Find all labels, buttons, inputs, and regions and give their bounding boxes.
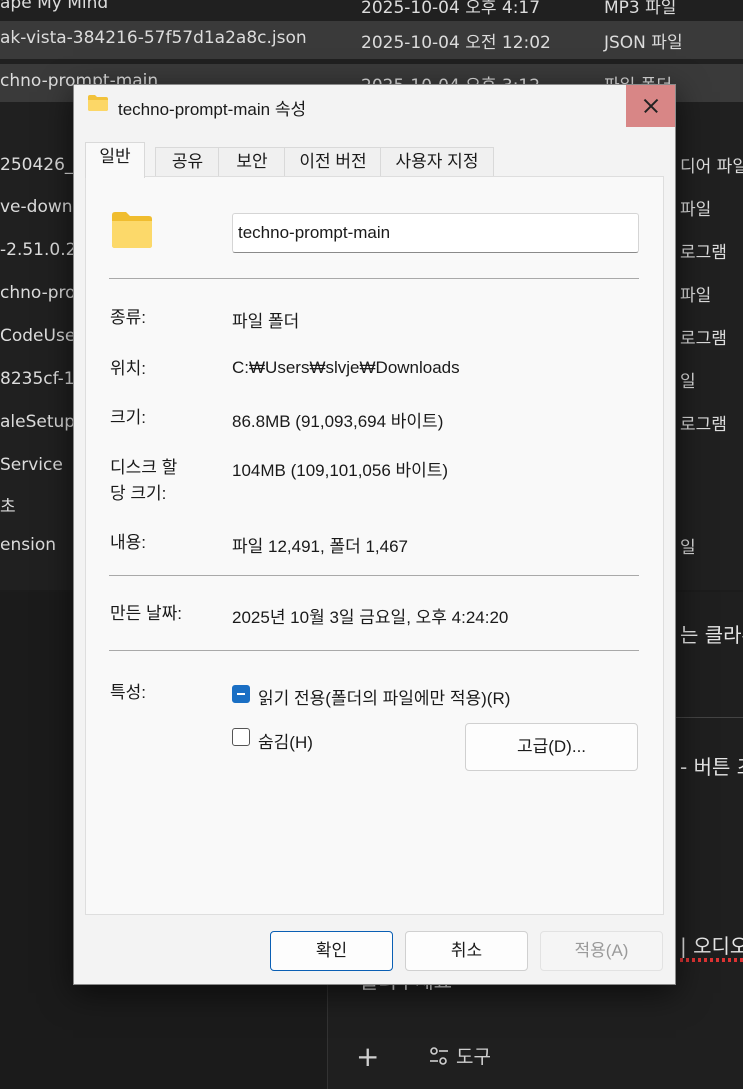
properties-dialog: techno-prompt-main 속성 일반 공유 보안 이전 버전 사용자… bbox=[73, 84, 676, 985]
file-row-selected[interactable]: ak-vista-384216-57f57d1a2a8c.json 2025-1… bbox=[0, 21, 743, 59]
general-tab-panel: 종류: 파일 폴더 위치: C:₩Users₩slvje₩Downloads 크… bbox=[85, 176, 664, 915]
divider bbox=[676, 717, 743, 718]
file-type: 파일 bbox=[680, 200, 712, 220]
file-type: 로그램 bbox=[680, 329, 727, 349]
file-name: ape My Mind bbox=[0, 0, 109, 13]
file-date: 2025-10-04 오전 12:02 bbox=[361, 33, 551, 53]
size-on-disk-label-line2: 당 크기: bbox=[110, 484, 167, 503]
close-button[interactable] bbox=[626, 85, 675, 127]
location-value: C:₩Users₩slvje₩Downloads bbox=[232, 358, 460, 377]
tab-security[interactable]: 보안 bbox=[218, 147, 286, 177]
file-type: 일 bbox=[680, 372, 696, 392]
advanced-button[interactable]: 고급(D)... bbox=[465, 723, 638, 771]
tab-general[interactable]: 일반 bbox=[85, 142, 145, 178]
size-on-disk-label: 디스크 할 당 크기: bbox=[110, 455, 177, 507]
location-label: 위치: bbox=[110, 359, 147, 378]
chat-text: 는 클라우 bbox=[680, 623, 743, 647]
size-on-disk-label-line1: 디스크 할 bbox=[110, 458, 178, 477]
sliders-icon bbox=[430, 1047, 448, 1065]
type-label: 종류: bbox=[110, 308, 147, 327]
file-date: 2025-10-04 오후 4:17 bbox=[361, 0, 541, 18]
file-name[interactable]: aleSetup bbox=[0, 412, 75, 432]
dialog-title: techno-prompt-main 속성 bbox=[118, 100, 307, 119]
ok-button[interactable]: 확인 bbox=[270, 931, 393, 971]
tools-label: 도구 bbox=[456, 1046, 492, 1068]
cancel-button[interactable]: 취소 bbox=[405, 931, 528, 971]
file-type: 로그램 bbox=[680, 415, 727, 435]
attributes-label: 특성: bbox=[110, 683, 147, 702]
divider bbox=[109, 650, 639, 651]
file-name[interactable]: ension bbox=[0, 535, 56, 555]
file-type: 로그램 bbox=[680, 243, 727, 263]
tab-customize[interactable]: 사용자 지정 bbox=[380, 147, 494, 177]
divider bbox=[109, 278, 639, 279]
tools-button[interactable]: 도구 bbox=[428, 1042, 491, 1069]
divider bbox=[109, 575, 639, 576]
file-type: JSON 파일 bbox=[604, 33, 683, 53]
tab-previous-versions[interactable]: 이전 버전 bbox=[284, 147, 382, 177]
tab-sharing[interactable]: 공유 bbox=[155, 147, 220, 177]
size-value: 86.8MB (91,093,694 바이트) bbox=[232, 412, 444, 431]
file-name[interactable]: 초 bbox=[0, 492, 16, 517]
created-value: 2025년 10월 3일 금요일, 오후 4:24:20 bbox=[232, 608, 509, 627]
folder-name-input[interactable] bbox=[232, 213, 639, 253]
folder-icon bbox=[88, 95, 108, 111]
size-label: 크기: bbox=[110, 408, 147, 427]
contents-value: 파일 12,491, 폴더 1,467 bbox=[232, 537, 408, 556]
file-type: MP3 파일 bbox=[604, 0, 677, 18]
readonly-checkbox[interactable] bbox=[232, 685, 250, 703]
file-type: 파일 bbox=[680, 286, 712, 306]
plus-icon[interactable]: + bbox=[356, 1040, 379, 1073]
file-name[interactable]: -2.51.0.2- bbox=[0, 240, 83, 260]
hidden-label[interactable]: 숨김(H) bbox=[258, 728, 313, 753]
title-bar[interactable]: techno-prompt-main 속성 bbox=[74, 85, 675, 127]
file-type: 일 bbox=[680, 538, 696, 558]
file-name[interactable]: Service bbox=[0, 455, 63, 475]
spellcheck-underline bbox=[680, 958, 743, 962]
file-type: 디어 파일 bbox=[680, 157, 743, 177]
apply-button[interactable]: 적용(A) bbox=[540, 931, 663, 971]
type-value: 파일 폴더 bbox=[232, 312, 300, 331]
readonly-label[interactable]: 읽기 전용(폴더의 파일에만 적용)(R) bbox=[258, 684, 510, 709]
created-label: 만든 날짜: bbox=[110, 604, 183, 623]
file-name: ak-vista-384216-57f57d1a2a8c.json bbox=[0, 28, 307, 48]
size-on-disk-value: 104MB (109,101,056 바이트) bbox=[232, 461, 449, 480]
chat-text: | 오디오 bbox=[680, 934, 743, 958]
file-name[interactable]: CodeUser bbox=[0, 326, 82, 346]
folder-icon bbox=[112, 212, 152, 248]
chat-text: - 버튼 즈 bbox=[680, 755, 743, 779]
contents-label: 내용: bbox=[110, 533, 147, 552]
hidden-checkbox[interactable] bbox=[232, 728, 250, 746]
